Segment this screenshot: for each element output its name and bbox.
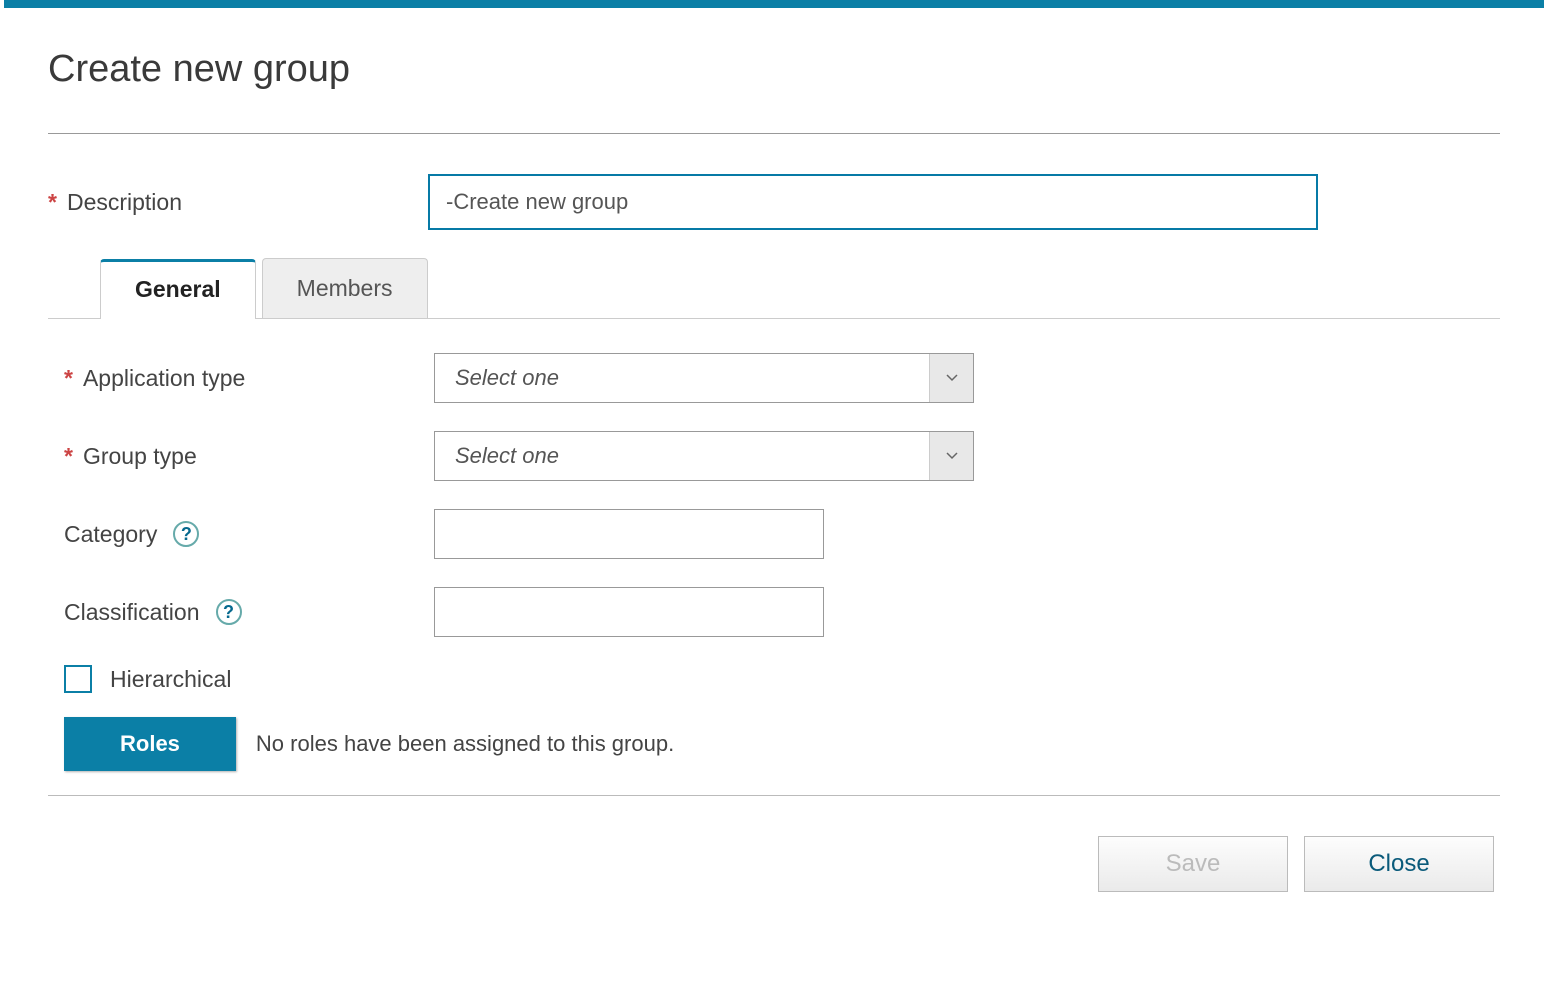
classification-input[interactable]	[434, 587, 824, 637]
required-indicator: *	[48, 189, 57, 216]
tab-general[interactable]: General	[100, 259, 256, 319]
roles-button[interactable]: Roles	[64, 717, 236, 771]
application-type-select[interactable]: Select one	[434, 353, 974, 403]
category-label: Category	[64, 521, 157, 548]
description-label: Description	[67, 189, 182, 216]
application-type-placeholder: Select one	[435, 365, 929, 391]
title-divider	[48, 133, 1500, 134]
tabs-container: General Members	[48, 258, 1500, 319]
save-button[interactable]: Save	[1098, 836, 1288, 892]
help-icon[interactable]: ?	[216, 599, 242, 625]
group-type-select[interactable]: Select one	[434, 431, 974, 481]
top-accent-bar	[4, 0, 1544, 8]
hierarchical-checkbox[interactable]	[64, 665, 92, 693]
tab-members[interactable]: Members	[262, 258, 428, 318]
application-type-label: Application type	[83, 365, 245, 392]
page-title: Create new group	[48, 48, 1500, 91]
close-button[interactable]: Close	[1304, 836, 1494, 892]
chevron-down-icon	[929, 432, 973, 480]
required-indicator: *	[64, 365, 73, 392]
category-input[interactable]	[434, 509, 824, 559]
chevron-down-icon	[929, 354, 973, 402]
footer-divider	[48, 795, 1500, 796]
description-input[interactable]	[428, 174, 1318, 230]
hierarchical-label: Hierarchical	[110, 666, 231, 693]
required-indicator: *	[64, 443, 73, 470]
help-icon[interactable]: ?	[173, 521, 199, 547]
roles-empty-text: No roles have been assigned to this grou…	[256, 731, 674, 757]
group-type-placeholder: Select one	[435, 443, 929, 469]
classification-label: Classification	[64, 599, 200, 626]
group-type-label: Group type	[83, 443, 197, 470]
